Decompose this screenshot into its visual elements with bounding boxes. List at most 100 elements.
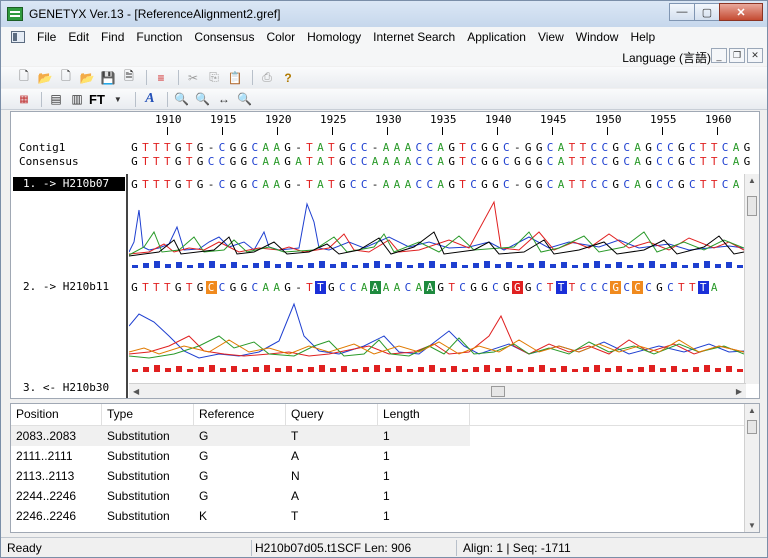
base: C bbox=[470, 178, 477, 191]
menu-help[interactable]: Help bbox=[624, 30, 661, 44]
zoom-in-icon[interactable]: 🔍 bbox=[173, 91, 191, 108]
scroll-up-icon[interactable]: ▲ bbox=[748, 176, 756, 185]
quality-bar bbox=[737, 369, 743, 372]
menu-homology[interactable]: Homology bbox=[301, 30, 367, 44]
menu-find[interactable]: Find bbox=[95, 30, 130, 44]
menu-application[interactable]: Application bbox=[461, 30, 532, 44]
read-label-2[interactable]: 2. -> H210b11 bbox=[13, 280, 125, 294]
maximize-button[interactable]: ▢ bbox=[694, 3, 720, 21]
column-type[interactable]: Type bbox=[102, 404, 194, 426]
base: C bbox=[546, 155, 554, 168]
mdi-restore-button[interactable]: ❐ bbox=[729, 48, 745, 63]
chevron-down-icon[interactable]: ▼ bbox=[109, 91, 127, 108]
quality-bar bbox=[220, 264, 226, 268]
minimize-button[interactable]: — bbox=[669, 3, 695, 21]
base: G bbox=[645, 178, 652, 191]
cut-icon[interactable]: ✂ bbox=[184, 69, 202, 86]
label-divider[interactable] bbox=[126, 174, 128, 398]
menu-view[interactable]: View bbox=[532, 30, 570, 44]
base: G bbox=[492, 141, 499, 154]
base: C bbox=[205, 281, 217, 294]
scroll-thumb[interactable] bbox=[747, 196, 757, 216]
table-cell: A bbox=[291, 449, 300, 463]
base: T bbox=[688, 281, 696, 294]
scroll-up-icon[interactable]: ▲ bbox=[748, 406, 756, 415]
base: G bbox=[240, 178, 248, 191]
scroll-left-icon[interactable]: ◀ bbox=[133, 387, 139, 396]
menu-file[interactable]: File bbox=[31, 30, 62, 44]
menu-consensus[interactable]: Consensus bbox=[188, 30, 260, 44]
base: C bbox=[721, 141, 729, 154]
read-1-sequence[interactable]: GTTTGTG-CGGCAAG-TATGCC-AAACCAGTCGGC-GGCA… bbox=[129, 178, 742, 191]
window-title: GENETYX Ver.13 - [ReferenceAlignment2.gr… bbox=[29, 7, 281, 21]
base: T bbox=[555, 281, 567, 294]
menu-color[interactable]: Color bbox=[260, 30, 301, 44]
base: - bbox=[513, 141, 521, 154]
scroll-thumb[interactable] bbox=[747, 420, 757, 434]
quality-bar bbox=[517, 265, 523, 268]
ruler-tick bbox=[662, 127, 663, 135]
open-folder-icon[interactable]: 📂 bbox=[78, 69, 96, 86]
save-as-icon[interactable]: 🗎 bbox=[120, 69, 138, 86]
mdi-close-button[interactable]: ✕ bbox=[747, 48, 763, 63]
mdi-minimize-button[interactable]: _ bbox=[711, 48, 727, 63]
column-position[interactable]: Position bbox=[11, 404, 102, 426]
scroll-right-icon[interactable]: ▶ bbox=[736, 387, 742, 396]
ruler-label: 1935 bbox=[430, 113, 457, 126]
quality-bar bbox=[671, 366, 677, 372]
close-button[interactable]: ✕ bbox=[719, 3, 763, 21]
menu-internet-search[interactable]: Internet Search bbox=[367, 30, 461, 44]
quality-bar bbox=[330, 264, 336, 268]
print-icon[interactable]: ⎙ bbox=[258, 69, 276, 86]
copy-icon[interactable]: ⎘ bbox=[205, 69, 223, 86]
column-length[interactable]: Length bbox=[378, 404, 470, 426]
new-file-icon[interactable]: 🗋 bbox=[57, 69, 75, 86]
base: G bbox=[437, 281, 445, 294]
menu-window[interactable]: Window bbox=[570, 30, 625, 44]
paste-icon[interactable]: 📋 bbox=[226, 69, 244, 86]
zoom-out-icon[interactable]: 🔍 bbox=[194, 91, 212, 108]
list-icon[interactable]: ▤ bbox=[47, 91, 65, 108]
base: T bbox=[153, 178, 160, 191]
new-icon[interactable]: 🗋 bbox=[15, 69, 33, 86]
table-vertical-scrollbar[interactable]: ▲ ▼ bbox=[744, 404, 759, 532]
base: T bbox=[185, 178, 193, 191]
table-row[interactable]: 2083..2083 Substitution G T 1 bbox=[11, 426, 746, 446]
base: A bbox=[557, 141, 565, 154]
help-icon[interactable]: ? bbox=[279, 69, 297, 86]
title-bar[interactable]: GENETYX Ver.13 - [ReferenceAlignment2.gr… bbox=[1, 1, 767, 27]
read-2-sequence[interactable]: GTTTGTGCCGGCAAG-TTGCCAAAACAAGTCGGCGGGCTT… bbox=[129, 281, 720, 294]
alignment-view[interactable]: 1910 1915 1920 1925 1930 1935 1940 1945 1950 1955… bbox=[10, 111, 760, 399]
align-icon[interactable]: ≡ bbox=[152, 69, 170, 86]
table-row[interactable]: 2111..2111 Substitution G A 1 bbox=[11, 446, 746, 466]
zoom-reset-icon[interactable]: 🔍 bbox=[236, 91, 254, 108]
table-row[interactable]: 2246..2246 Substitution K T 1 bbox=[11, 506, 746, 526]
base: C bbox=[632, 281, 644, 294]
sequence-icon[interactable]: ▦ bbox=[15, 91, 33, 108]
scroll-thumb[interactable] bbox=[491, 386, 505, 397]
grid-icon[interactable]: ▥ bbox=[68, 91, 86, 108]
menu-edit[interactable]: Edit bbox=[62, 30, 95, 44]
toolbar-divider bbox=[252, 70, 253, 85]
language-menu[interactable]: Language (言語) bbox=[622, 49, 711, 66]
save-icon[interactable]: 💾 bbox=[99, 69, 117, 86]
font-button[interactable]: A bbox=[141, 91, 159, 108]
document-icon[interactable] bbox=[11, 31, 25, 43]
alignment-vertical-scrollbar[interactable]: ▲ bbox=[744, 174, 759, 384]
base: C bbox=[251, 178, 259, 191]
feature-table-button[interactable]: FT bbox=[89, 92, 105, 107]
read-label-3[interactable]: 3. <- H210b30 bbox=[13, 381, 125, 395]
table-row[interactable]: 2113..2113 Substitution G N 1 bbox=[11, 466, 746, 486]
table-cell: 1 bbox=[378, 426, 470, 446]
column-query[interactable]: Query bbox=[286, 404, 378, 426]
column-reference[interactable]: Reference bbox=[194, 404, 286, 426]
alignment-horizontal-scrollbar[interactable]: ◀ ▶ bbox=[129, 383, 746, 398]
menu-function[interactable]: Function bbox=[130, 30, 188, 44]
scroll-down-icon[interactable]: ▼ bbox=[748, 521, 756, 530]
open-icon[interactable]: 📂 bbox=[36, 69, 54, 86]
read-label-1[interactable]: 1. -> H210b07 bbox=[13, 177, 125, 191]
base: T bbox=[153, 141, 160, 154]
horizontal-fit-icon[interactable]: ↔ bbox=[215, 91, 233, 108]
ruler-tick bbox=[387, 127, 388, 135]
table-row[interactable]: 2244..2246 Substitution G A 1 bbox=[11, 486, 746, 506]
